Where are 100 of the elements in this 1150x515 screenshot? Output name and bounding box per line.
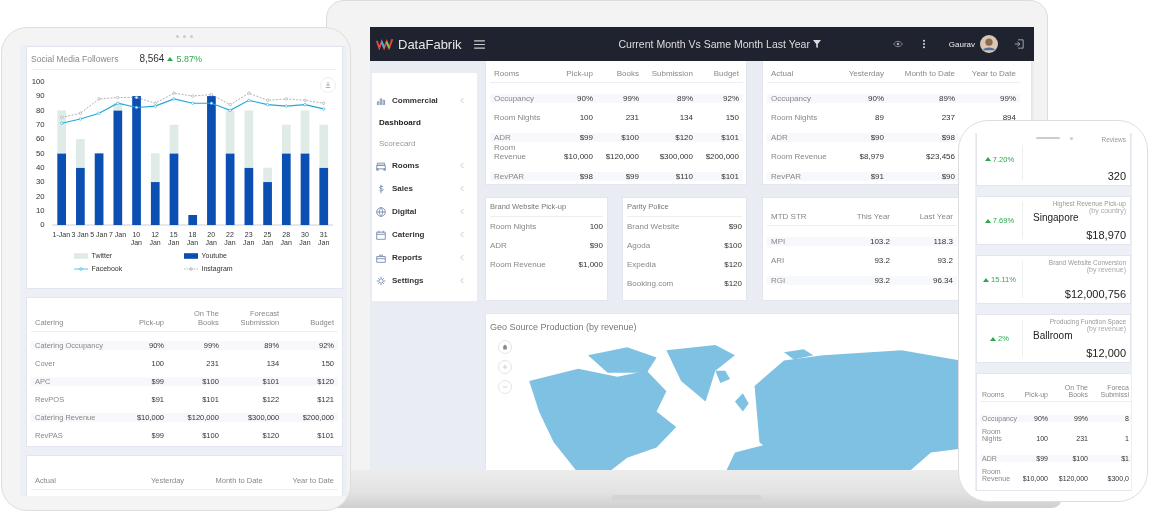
column-header: Year to Date [959,61,1020,83]
legend-swatch [73,252,88,259]
table-cell-text: 150 [724,113,740,122]
table-cell-text: 237 [940,113,956,122]
table-cell: $99 [597,171,643,181]
column-header: Last Year [894,202,957,226]
metric-value: $100 [724,241,742,250]
sidebar-subitem[interactable]: Dashboard [376,112,473,133]
table-cell: ADR [767,132,833,142]
sidebar-item[interactable]: Settings [376,269,473,292]
user-name[interactable]: Gaurav [948,39,975,49]
table-cell: $98 [888,132,959,142]
kpi-value: $18,970 [1086,229,1126,241]
metric-value: 100 [589,222,603,231]
table-cell-text: Room Revenue [493,143,528,161]
table-cell-text: Room Nights [770,113,819,122]
table-cell: RevPAR [767,171,833,181]
table-cell: Occupancy [490,93,552,103]
legend-swatch [183,252,198,259]
table-cell: 99% [597,93,643,103]
card-title: Geo Source Production (by revenue) [490,322,638,332]
table-cell-text: $300,000 [658,152,694,161]
table-cell: ADR [490,132,552,142]
sidebar-item[interactable]: Commercial [376,89,473,112]
report-title: Current Month Vs Same Month Last Year [618,38,810,50]
column-header: Yesterday [833,61,888,83]
metric-label: Room Revenue [490,260,546,269]
table-cell-text: Room Revenue [770,152,828,161]
table-cell-text: $23,456 [925,152,956,161]
metric-label: Expedia [627,260,656,269]
bar [244,110,254,168]
sidebar-item[interactable]: Rooms [376,154,473,177]
table-cell-text: ARI [770,256,786,265]
axis-label: 70 [35,120,45,130]
column-header: Month to Date [888,61,959,83]
section-icon [376,160,386,171]
filter-icon[interactable] [812,40,821,48]
eye-icon[interactable] [892,39,903,49]
table-cell: $101 [697,132,743,142]
section-icon [376,206,386,217]
section-icon [376,95,386,106]
table-cell: 90% [833,93,888,103]
axis-label: 10 [35,206,45,216]
table-cell: 90% [552,93,597,103]
up-triangle-icon [983,277,990,282]
kpi-name: Ballroom [1033,330,1073,341]
table-cell-text: $10,000 [563,152,594,161]
metric-label: Room Nights [490,222,537,231]
sidebar-item[interactable]: Catering [376,223,473,246]
metric-value: $120 [724,260,742,269]
table-cell: 118.3 [894,236,957,246]
axis-label: 20 [35,191,45,201]
chevron-icon [460,97,465,104]
table-cell: 89% [643,93,697,103]
chevron-icon [460,208,465,215]
metric-value: $90 [728,222,742,231]
table-cell-text: 100 [578,113,594,122]
section-icon [376,229,386,240]
table-cell: $91 [833,171,888,181]
table-cell: 99% [959,93,1020,103]
up-triangle-icon [984,218,991,223]
table-cell-text: 89 [874,113,885,122]
table-cell: 96.34 [894,275,957,285]
table-cell: $90 [833,132,888,142]
table-cell-text: 93.2 [936,256,954,265]
axis-label: 0 [40,220,45,229]
avatar-icon[interactable] [980,35,998,53]
chevron-icon [460,185,465,192]
table-cell: $99 [552,132,597,142]
logout-icon[interactable] [1014,39,1024,49]
column-header: Actual [767,61,833,83]
home-icon [502,344,508,350]
app-name: DataFabrik [398,36,462,52]
sidebar-item[interactable]: Sales [376,177,473,200]
metric-label: Booking.com [627,279,674,288]
metric-value: $90 [589,241,603,250]
section-icon [376,252,386,263]
table-cell: 92% [697,93,743,103]
table-cell-text: Room Nights [493,113,542,122]
table-cell: RGI [767,275,827,285]
table-cell-text: 134 [678,113,694,122]
bar [94,153,104,225]
kpi-value: 320 [1107,170,1126,182]
up-triangle-icon [984,157,991,161]
bar [188,215,198,225]
change-percent: 5.87% [176,53,202,64]
menu-icon[interactable] [473,39,485,49]
table-cell: $100 [597,132,643,142]
axis-label: 100 [31,77,45,87]
sidebar-item[interactable]: Digital [376,200,473,223]
table-cell-text: $200,000 [704,152,740,161]
axis-label: 90 [35,91,45,101]
kpi-name: Singapore [1033,212,1079,223]
table-cell: RevPAR [490,171,552,181]
logo-icon [376,38,394,50]
sidebar-item[interactable]: Reports [376,246,473,269]
up-triangle-icon [167,56,174,61]
column-header: Budget [697,61,743,83]
table-cell: $90 [888,171,959,181]
download-icon [324,81,332,89]
